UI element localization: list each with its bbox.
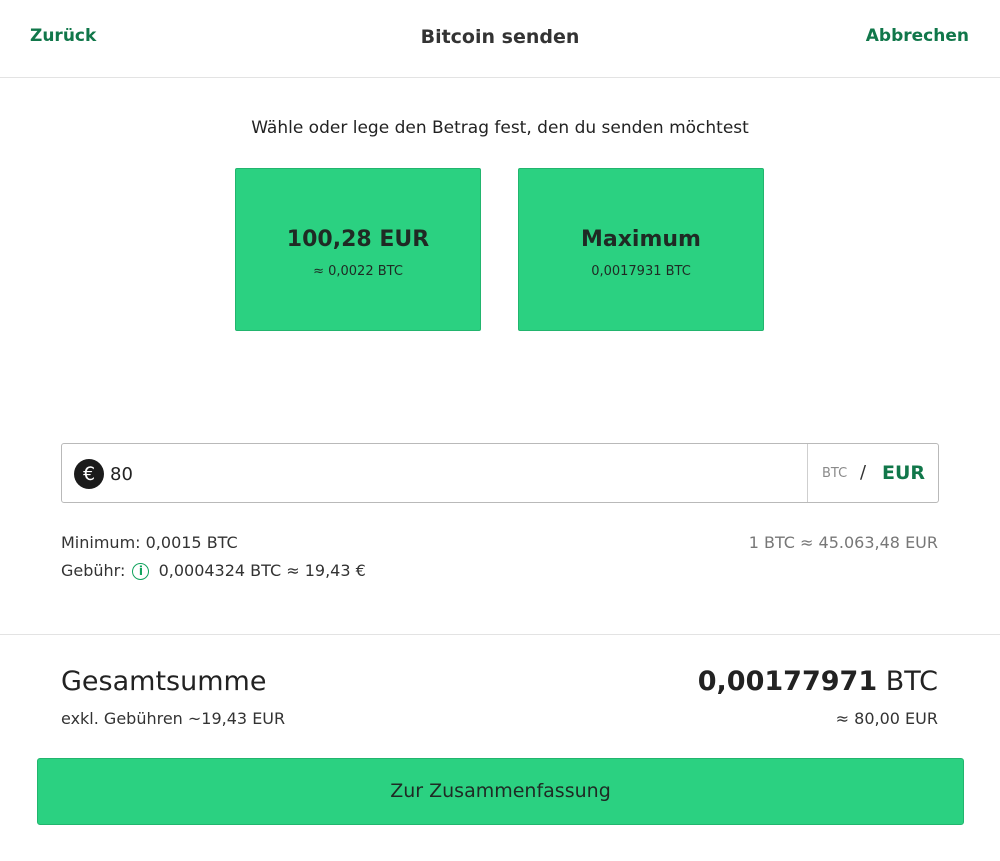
preset-amount-button[interactable]: 100,28 EUR ≈ 0,0022 BTC <box>235 168 481 331</box>
amount-field: € BTC / EUR <box>61 443 939 503</box>
total-eur-value: ≈ 80,00 EUR <box>835 709 938 728</box>
total-label: Gesamtsumme <box>61 666 267 697</box>
fee-label: Gebühr: <box>61 561 126 580</box>
total-fee-note: exkl. Gebühren ~19,43 EUR <box>61 709 286 728</box>
preset-maximum-btc: 0,0017931 BTC <box>591 264 691 279</box>
unit-separator: / <box>860 462 867 483</box>
amount-prompt: Wähle oder lege den Betrag fest, den du … <box>251 118 749 138</box>
total-btc-value: 0,00177971 BTC <box>698 666 938 697</box>
preset-amount-eur: 100,28 EUR <box>286 227 430 252</box>
preset-amount-btc: ≈ 0,0022 BTC <box>313 264 403 279</box>
fee-value: 0,0004324 BTC ≈ 19,43 € <box>158 561 366 580</box>
preset-maximum-label: Maximum <box>581 227 701 252</box>
unit-eur-option[interactable]: EUR <box>882 462 925 484</box>
euro-icon: € <box>74 459 104 489</box>
cancel-button[interactable]: Abbrechen <box>866 26 969 46</box>
total-btc-unit: BTC <box>885 666 938 697</box>
total-btc-amount: 0,00177971 <box>697 666 878 697</box>
fee-line: Gebühr: i 0,0004324 BTC ≈ 19,43 € <box>61 561 366 580</box>
minimum-text: Minimum: 0,0015 BTC <box>61 533 238 552</box>
divider <box>0 634 1000 635</box>
summary-button[interactable]: Zur Zusammenfassung <box>37 758 964 825</box>
preset-maximum-button[interactable]: Maximum 0,0017931 BTC <box>518 168 764 331</box>
info-icon[interactable]: i <box>132 563 150 580</box>
exchange-rate: 1 BTC ≈ 45.063,48 EUR <box>748 533 938 552</box>
top-bar: Zurück Bitcoin senden Abbrechen <box>0 0 1000 78</box>
unit-toggle: BTC / EUR <box>807 444 938 502</box>
amount-input[interactable] <box>110 454 790 494</box>
page-title: Bitcoin senden <box>420 26 580 48</box>
unit-btc-option[interactable]: BTC <box>822 466 847 481</box>
